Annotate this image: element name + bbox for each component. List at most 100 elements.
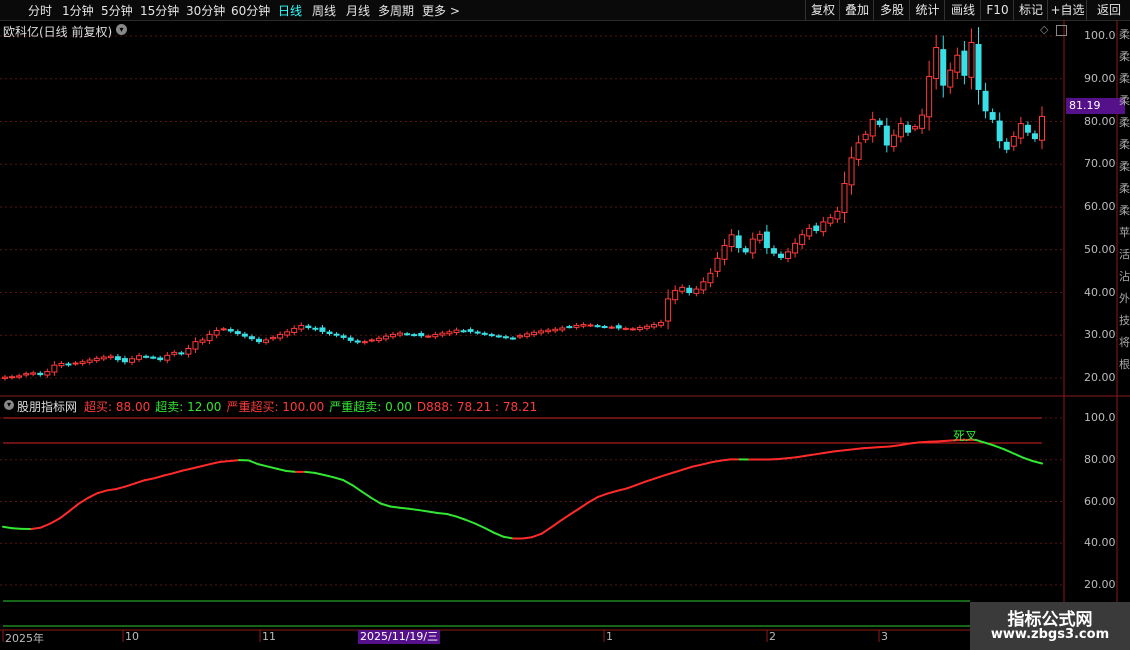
timeframe-tab-1[interactable]: 1分钟: [62, 2, 94, 19]
candle-body: [411, 334, 418, 337]
candle-body: [869, 118, 876, 137]
candle-body: [693, 288, 700, 294]
indicator-param-1: 超卖: 12.00: [155, 400, 222, 414]
toolbar-button-5[interactable]: F10: [980, 0, 1014, 20]
indicator-line-segment: [285, 470, 297, 473]
candle-body: [136, 355, 143, 360]
timeframe-tab-6[interactable]: 日线: [278, 2, 302, 19]
timeframe-tab-8[interactable]: 月线: [346, 2, 370, 19]
diamond-icon[interactable]: ◇: [1040, 23, 1048, 36]
side-panel-char: 苹: [1119, 226, 1130, 239]
indicator-param-2: 严重超买: 100.00: [226, 400, 325, 414]
y-tick-label: 50.00: [1084, 242, 1116, 256]
candle-body: [545, 329, 552, 333]
timeframe-tab-9[interactable]: 多周期: [378, 2, 414, 19]
candle-body: [996, 120, 1003, 142]
indicator-y-tick-label: 20.00: [1084, 578, 1116, 591]
candle-body: [848, 157, 855, 186]
indicator-line-segment: [134, 479, 146, 485]
side-panel-char: 柔: [1119, 94, 1130, 107]
chevron-down-icon[interactable]: ▾: [4, 400, 14, 410]
indicator-line-segment: [219, 460, 231, 463]
indicator-line-segment: [776, 457, 788, 461]
candle-body: [735, 235, 742, 249]
candle-body: [114, 356, 121, 361]
candle-body: [389, 333, 396, 338]
timeframe-tab-10[interactable]: 更多 >: [422, 2, 460, 19]
indicator-param-0: 超买: 88.00: [84, 400, 151, 414]
candle-body: [298, 324, 305, 330]
indicator-line-segment: [483, 527, 496, 534]
toolbar-button-8[interactable]: 返回: [1086, 0, 1130, 20]
candle-body: [686, 287, 693, 293]
candle-body: [37, 372, 44, 376]
chart-area[interactable]: 欧科亿(日线 前复权) ▾ ◇ 81.19 ▾ 股朋指标网 超买: 88.00 超…: [0, 20, 1130, 650]
indicator-line-segment: [313, 471, 326, 476]
indicator-line-segment: [389, 505, 401, 509]
window-toggle-icon[interactable]: [1056, 25, 1067, 36]
candle-body: [425, 335, 432, 338]
toolbar-button-7[interactable]: +自选: [1047, 0, 1087, 20]
toolbar-button-6[interactable]: 标记: [1013, 0, 1048, 20]
indicator-line-segment: [172, 469, 184, 475]
toolbar-button-2[interactable]: 多股: [873, 0, 910, 20]
candle-body: [580, 324, 587, 327]
indicator-line-segment: [719, 458, 732, 462]
candle-body: [615, 325, 622, 329]
candle-body: [982, 90, 989, 112]
indicator-line-segment: [530, 532, 543, 539]
indicator-param-3: 严重超卖: 0.00: [329, 400, 412, 414]
indicator-line-segment: [96, 489, 108, 495]
timeframe-tab-4[interactable]: 30分钟: [186, 2, 225, 19]
candle-body: [143, 355, 150, 358]
candle-body: [1039, 115, 1045, 141]
y-tick-label: 30.00: [1084, 328, 1116, 342]
indicator-line-segment: [615, 487, 628, 492]
candle-body: [467, 329, 474, 332]
candle-body: [192, 341, 199, 350]
indicator-line-segment: [521, 536, 533, 540]
candle-body: [1017, 123, 1024, 139]
timeframe-tab-3[interactable]: 15分钟: [140, 2, 179, 19]
indicator-line-segment: [804, 453, 817, 457]
indicator-line-segment: [682, 465, 694, 471]
timeframe-tab-5[interactable]: 60分钟: [231, 2, 270, 19]
indicator-line-segment: [691, 463, 703, 468]
candle-body: [495, 335, 502, 338]
candle-body: [820, 221, 827, 233]
candle-body: [446, 331, 453, 335]
candle-body: [629, 328, 636, 331]
indicator-line-segment: [351, 484, 363, 493]
candle-body: [16, 375, 23, 378]
indicator-line-segment: [502, 535, 515, 540]
indicator-line-segment: [247, 459, 260, 466]
candle-body: [185, 348, 192, 355]
candle-body: [439, 332, 446, 336]
candle-body: [566, 326, 573, 329]
candle-body: [785, 251, 792, 259]
toolbar-button-3[interactable]: 统计: [909, 0, 945, 20]
indicator-line-segment: [937, 439, 949, 443]
candle-body: [665, 298, 672, 322]
x-tick-label: 2: [769, 630, 776, 643]
timeframe-tab-7[interactable]: 周线: [312, 2, 336, 19]
indicator-line-segment: [370, 496, 382, 505]
timeframe-tab-0[interactable]: 分时: [28, 2, 52, 19]
toolbar-button-1[interactable]: 叠加: [839, 0, 874, 20]
indicator-line-segment: [870, 446, 883, 449]
candle-body: [559, 327, 566, 331]
timeframe-tab-2[interactable]: 5分钟: [101, 2, 133, 19]
side-panel-char: 柔: [1119, 182, 1130, 195]
candle-body: [2, 376, 8, 379]
toolbar: 分时 1分钟 5分钟 15分钟 30分钟 60分钟 日线 周线 月线 多周期 更多 > 复权 叠加 多股统…: [0, 0, 1130, 21]
toolbar-button-4[interactable]: 画线: [944, 0, 981, 20]
indicator-line-segment: [653, 474, 666, 480]
candle-body: [157, 357, 164, 361]
candle-body: [347, 337, 354, 341]
candle-body: [128, 358, 135, 363]
toolbar-button-0[interactable]: 复权: [805, 0, 840, 20]
candle-body: [587, 324, 594, 327]
y-tick-label: 60.00: [1084, 200, 1116, 213]
candle-body: [199, 339, 206, 343]
chevron-down-icon[interactable]: ▾: [116, 24, 127, 35]
